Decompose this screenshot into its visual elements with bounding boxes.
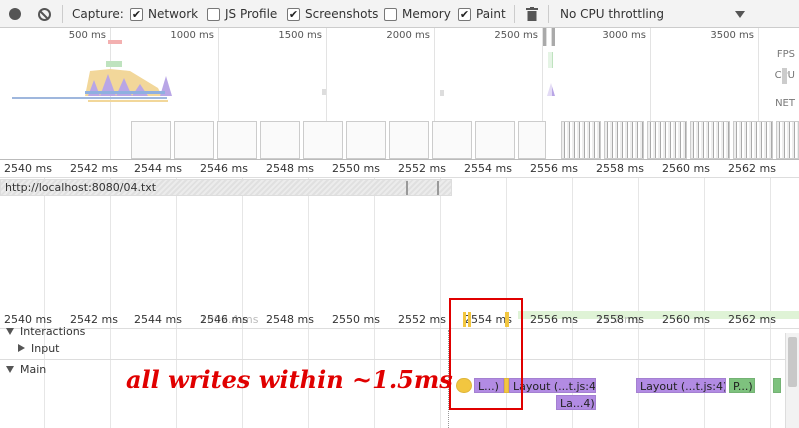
paint-checkbox[interactable]: ✔ Paint (458, 0, 506, 28)
screenshot-thumbnail (131, 121, 171, 159)
paint-event[interactable] (773, 378, 781, 393)
memory-label: Memory (402, 7, 451, 21)
input-track[interactable]: Input (0, 341, 799, 358)
ruler-tick: 2540 ms (4, 162, 52, 175)
annotation-text: all writes within ~1.5ms (126, 365, 453, 394)
scrollbar-thumb[interactable] (788, 337, 797, 387)
screenshot-thumbnail (690, 121, 730, 159)
network-request-bar[interactable]: http://localhost:8080/04.txt (0, 179, 452, 196)
ruler-tick: 2542 ms (70, 162, 118, 175)
ruler-tick: 2558 ms (596, 162, 644, 175)
checkbox-checked-icon: ✔ (287, 7, 300, 21)
interactions-track[interactable]: Interactions (0, 324, 799, 341)
js-profile-checkbox[interactable]: JS Profile (207, 0, 277, 28)
checkbox-checked-icon: ✔ (458, 7, 471, 21)
memory-checkbox[interactable]: Memory (384, 0, 451, 28)
network-ruler: 2540 ms 2542 ms 2544 ms 2546 ms 2548 ms … (0, 160, 799, 178)
capture-label: Capture: (72, 7, 124, 21)
ruler-tick: 2562 ms (728, 162, 776, 175)
paint-event[interactable]: P...) (729, 378, 755, 393)
annotation-highlight-box (449, 298, 523, 410)
scrollbar[interactable] (785, 333, 799, 428)
screenshot-thumbnail (475, 121, 515, 159)
cpu-activity-chart (12, 28, 787, 120)
network-checkbox[interactable]: ✔ Network (130, 0, 198, 28)
screenshots-label: Screenshots (305, 7, 379, 21)
layout-event[interactable]: La...4) (556, 395, 596, 410)
expand-arrow-icon (6, 328, 14, 335)
js-profile-label: JS Profile (225, 7, 278, 21)
layout-event[interactable]: Layout (...t.js:4) (636, 378, 726, 393)
expand-arrow-icon (6, 366, 14, 373)
toolbar: Capture: ✔ Network JS Profile ✔ Screensh… (0, 0, 799, 28)
ruler-tick: 2552 ms (398, 162, 446, 175)
ruler-tick: 2550 ms (332, 162, 380, 175)
screenshot-thumbnail (604, 121, 644, 159)
network-request-url: http://localhost:8080/04.txt (5, 181, 157, 194)
interactions-label: Interactions (20, 325, 86, 338)
checkbox-unchecked-icon (207, 7, 220, 21)
screenshot-thumbnail (432, 121, 472, 159)
ruler-tick: 2554 ms (464, 162, 512, 175)
main-label: Main (20, 363, 47, 376)
checkbox-checked-icon: ✔ (130, 7, 143, 21)
screenshot-thumbnail (647, 121, 687, 159)
timeline-overview[interactable]: 500 ms 1000 ms 1500 ms 2000 ms 2500 ms 3… (0, 28, 799, 160)
screenshot-thumbnail (217, 121, 257, 159)
screenshot-thumbnail (389, 121, 429, 159)
garbage-collect-button[interactable] (526, 0, 538, 28)
paint-label: Paint (476, 7, 506, 21)
screenshot-thumbnail (518, 121, 546, 159)
screenshots-checkbox[interactable]: ✔ Screenshots (287, 0, 378, 28)
ruler-tick: 2546 ms (200, 162, 248, 175)
chevron-down-icon[interactable] (735, 0, 745, 28)
record-button[interactable] (9, 0, 21, 28)
trash-icon (526, 7, 538, 21)
clear-button[interactable] (38, 0, 51, 28)
ruler-tick: 2544 ms (134, 162, 182, 175)
input-label: Input (31, 342, 60, 355)
network-label: Network (148, 7, 199, 21)
screenshot-thumbnail (561, 121, 601, 159)
clear-icon (38, 7, 51, 21)
ruler-tick: 2560 ms (662, 162, 710, 175)
screenshot-thumbnail (174, 121, 214, 159)
screenshot-thumbnail (346, 121, 386, 159)
screenshot-thumbnail (733, 121, 773, 159)
cpu-throttle-select[interactable]: No CPU throttling (560, 0, 664, 28)
cpu-throttle-value: No CPU throttling (560, 7, 664, 21)
collapse-arrow-icon (18, 344, 25, 352)
screenshot-thumbnail (260, 121, 300, 159)
ruler-tick: 2548 ms (266, 162, 314, 175)
screenshot-thumbnail (776, 121, 799, 159)
checkbox-unchecked-icon (384, 7, 397, 21)
screenshot-thumbnail (303, 121, 343, 159)
record-icon (9, 8, 21, 20)
ruler-tick: 2556 ms (530, 162, 578, 175)
